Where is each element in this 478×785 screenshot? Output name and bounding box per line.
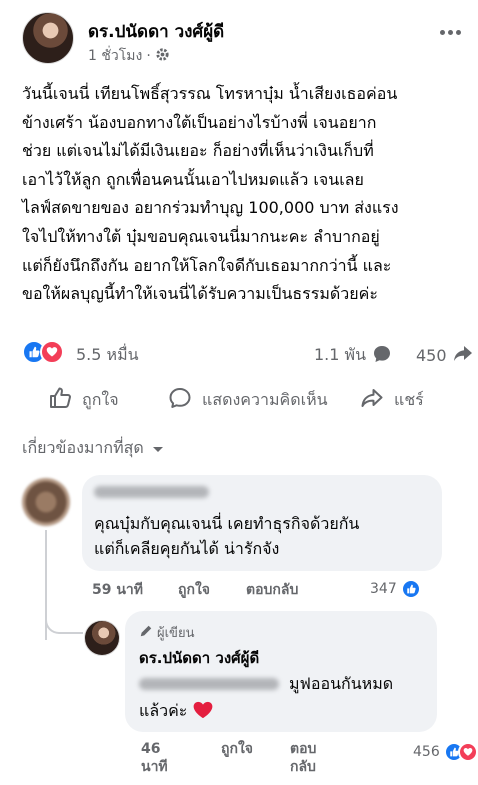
comment-text: คุณบุ๋มกับคุณเจนนี่ เคยทำธุรกิจด้วยกัน แ…	[94, 511, 359, 561]
comment-like-button[interactable]: ถูกใจ	[178, 579, 210, 601]
comment-button[interactable]: แสดงความคิดเห็น	[168, 386, 328, 414]
comment-line: คุณบุ๋มกับคุณเจนนี่ เคยทำธุรกิจด้วยกัน	[94, 514, 360, 533]
reply-text: มูฟออนกันหมด	[289, 674, 394, 693]
comment-bubble-icon	[372, 344, 392, 368]
reply-reaction-icons	[443, 742, 478, 762]
more-options-icon[interactable]	[436, 22, 464, 42]
blurred-tagged-name[interactable]	[139, 678, 279, 690]
post-meta: 1 ชั่วโมง ·	[88, 45, 170, 67]
reply-text-line: แล้วค่ะ	[139, 699, 213, 724]
love-reaction-icon	[40, 340, 64, 364]
author-badge-label: ผู้เขียน	[157, 626, 195, 641]
reply-author-avatar[interactable]	[84, 620, 120, 656]
reaction-count[interactable]: 5.5 หมื่น	[76, 343, 139, 368]
heart-emoji-icon	[193, 701, 213, 723]
post-line: ช่วย แต่เจนไม่ได้มีเงินเยอะ ก็อย่างที่เห…	[22, 141, 374, 161]
share-icon	[360, 386, 384, 414]
reaction-icons[interactable]	[22, 340, 64, 364]
post-line: วันนี้เจนนี่ เทียนโพธิ์สุวรรณ โทรหาบุ๋ม …	[22, 84, 398, 103]
thumbs-up-icon	[48, 386, 72, 414]
post-line: เอาไว้ให้ลูก ถูกเพื่อนคนนั้นเอาไปหมดแล้ว…	[22, 169, 364, 189]
reply-reaction-value: 456	[413, 744, 440, 760]
commenter-avatar[interactable]	[22, 478, 70, 526]
share-count[interactable]: 450	[416, 343, 473, 367]
reply-like-button[interactable]: ถูกใจ	[221, 740, 253, 758]
author-badge: ผู้เขียน	[139, 622, 194, 643]
post-author-name[interactable]: ดร.ปนัดดา วงศ์ผู้ดี	[88, 18, 224, 45]
post-time[interactable]: 1 ชั่วโมง	[88, 45, 142, 67]
comment-reply-button[interactable]: ตอบกลับ	[246, 579, 298, 601]
reply-reply-button[interactable]: ตอบ กลับ	[290, 740, 316, 776]
post-line: ข้างเศร้า น้องบอกทางใต้เป็นอย่างไรบ้างพี…	[22, 112, 377, 132]
reply-text-continued: แล้วค่ะ	[139, 701, 188, 720]
comment-reaction-count[interactable]: 347	[370, 579, 421, 599]
thread-connector	[45, 610, 83, 634]
comment-reaction-value: 347	[370, 581, 397, 597]
love-reaction-icon	[457, 742, 478, 762]
like-button-label: ถูกใจ	[82, 389, 119, 409]
comment-count-value: 1.1 พัน	[314, 345, 367, 364]
share-button-label: แชร์	[394, 389, 424, 409]
comment-sort-label: เกี่ยวข้องมากที่สุด	[22, 438, 144, 457]
comment-sort-dropdown[interactable]: เกี่ยวข้องมากที่สุด	[22, 436, 164, 461]
gear-icon	[155, 47, 170, 66]
post-line: ขอให้ผลบุญนี้ทำให้เจนนี่ได้รับความเป็นธร…	[22, 284, 378, 304]
comment-button-label: แสดงความคิดเห็น	[202, 389, 328, 409]
reply-time[interactable]: 46 นาที	[141, 740, 168, 776]
share-arrow-icon	[453, 343, 473, 367]
share-count-value: 450	[416, 345, 447, 365]
caret-down-icon	[152, 439, 164, 458]
blurred-commenter-name[interactable]	[94, 486, 209, 498]
post-text: วันนี้เจนนี่ เทียนโพธิ์สุวรรณ โทรหาบุ๋ม …	[22, 80, 462, 309]
post-line: ใจไปให้ทางใต้ บุ๋มขอบคุณเจนนี่มากนะคะ ลำ…	[22, 226, 380, 246]
share-button[interactable]: แชร์	[360, 386, 424, 414]
reply-reaction-count[interactable]: 456	[413, 742, 478, 762]
comment-count[interactable]: 1.1 พัน	[314, 343, 392, 368]
comment-icon	[168, 386, 192, 414]
reply-author-name[interactable]: ดร.ปนัดดา วงศ์ผู้ดี	[139, 646, 259, 670]
pen-icon	[139, 624, 153, 642]
post-line: ไลฟ์สดขายของ อยากร่วมทำบุญ 100,000 บาท ส…	[22, 198, 399, 218]
comment-time[interactable]: 59 นาที	[92, 579, 143, 601]
comment-line: แต่ก็เคลียคุยกันได้ น่ารักจัง	[94, 539, 280, 558]
post-line: แต่ก็ยังนึกถึงกัน อยากให้โลกใจดีกับเธอมา…	[22, 255, 392, 275]
like-reaction-icon	[400, 579, 421, 599]
like-button[interactable]: ถูกใจ	[48, 386, 119, 414]
author-avatar[interactable]	[22, 12, 74, 64]
